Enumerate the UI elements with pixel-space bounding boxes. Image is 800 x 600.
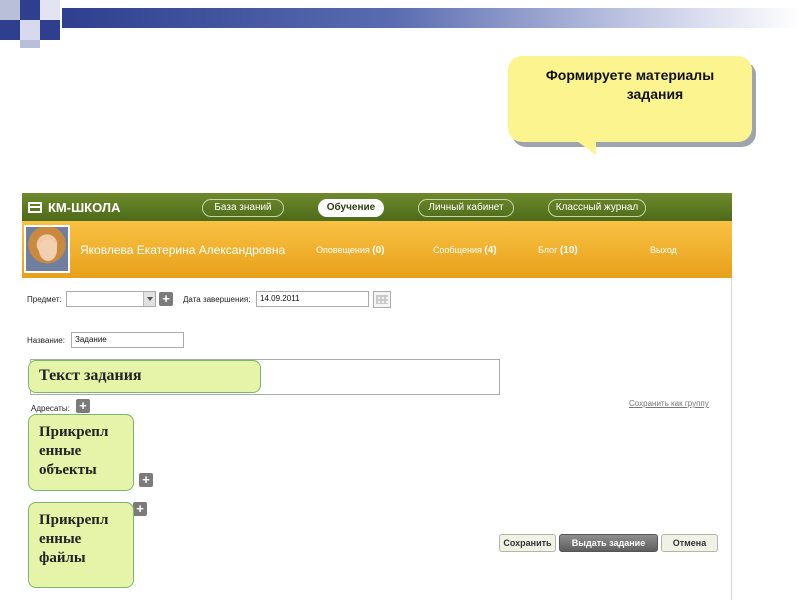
title-label: Название:: [27, 336, 65, 345]
deco-square: [40, 20, 60, 40]
nav-personal-cabinet[interactable]: Личный кабинет: [418, 199, 514, 217]
nav-knowledge-base[interactable]: База знаний: [202, 199, 284, 217]
top-navigation-bar: КМ-ШКОЛА База знаний Обучение Личный каб…: [22, 193, 732, 221]
add-file-button[interactable]: +: [133, 502, 147, 516]
addressees-label: Адресаты:: [31, 404, 70, 413]
cancel-button[interactable]: Отмена: [661, 534, 718, 552]
callout-attached-objects: Прикрепл енные объекты: [28, 414, 134, 491]
title-input[interactable]: Задание: [71, 332, 184, 348]
user-name[interactable]: Яковлева Екатерина Александровна: [80, 243, 285, 257]
add-subject-button[interactable]: +: [159, 292, 173, 306]
deco-square: [40, 0, 60, 20]
nav-learning[interactable]: Обучение: [318, 199, 384, 217]
nav-class-journal[interactable]: Классный журнал: [548, 199, 646, 217]
user-bar: Яковлева Екатерина Александровна Оповеще…: [22, 221, 732, 278]
link-blog[interactable]: Блог (10): [538, 245, 578, 256]
deco-title-bar: [62, 8, 800, 28]
link-messages[interactable]: Сообщения (4): [433, 245, 497, 256]
window-icon: [28, 202, 42, 213]
add-object-button[interactable]: +: [139, 473, 153, 487]
brand-title: КМ-ШКОЛА: [48, 200, 121, 215]
issue-task-button[interactable]: Выдать задание: [559, 534, 658, 552]
save-button[interactable]: Сохранить: [499, 534, 556, 552]
chevron-down-icon[interactable]: [143, 292, 155, 306]
add-addressee-button[interactable]: +: [76, 399, 90, 413]
calendar-icon[interactable]: [373, 291, 391, 308]
subject-label: Предмет:: [27, 295, 62, 304]
deco-square: [0, 20, 20, 40]
avatar[interactable]: [24, 225, 70, 273]
save-as-group-link[interactable]: Сохранить как группу: [629, 399, 709, 408]
due-date-label: Дата завершения:: [183, 295, 251, 304]
callout-tail: [566, 133, 596, 155]
deco-square: [20, 20, 40, 40]
deco-square: [20, 40, 40, 48]
link-notifications[interactable]: Оповещения (0): [316, 245, 385, 256]
callout-line-2: задания: [626, 86, 684, 102]
deco-square: [0, 0, 20, 20]
deco-square: [20, 0, 40, 20]
due-date-input[interactable]: 14.09.2011: [256, 291, 369, 307]
link-logout[interactable]: Выход: [650, 245, 677, 255]
callout-line-1: Формируете материалы: [545, 67, 715, 83]
callout-form-materials: Формируете материалы задания: [508, 56, 752, 142]
callout-task-text: Текст задания: [28, 360, 261, 393]
callout-attached-files: Прикрепл енные файлы: [28, 502, 134, 588]
subject-select[interactable]: [66, 291, 156, 307]
